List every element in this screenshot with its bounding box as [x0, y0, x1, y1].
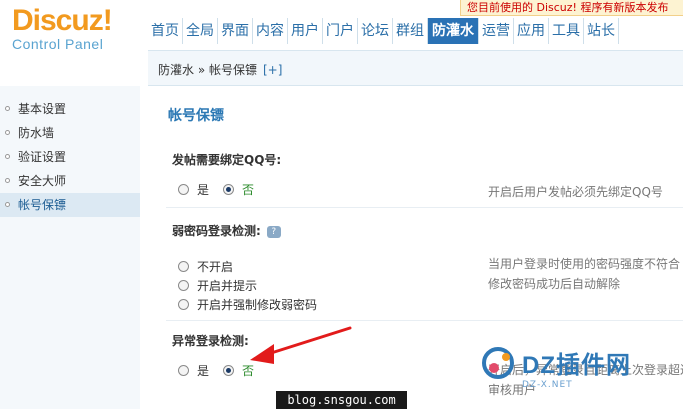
radio-icon[interactable]	[178, 261, 189, 272]
radio-icon[interactable]	[178, 280, 189, 291]
nav-tab-global[interactable]: 全局	[183, 18, 218, 44]
nav-tab-style[interactable]: 界面	[218, 18, 253, 44]
sidebar-item-waterwall[interactable]: 防水墙	[0, 121, 140, 145]
radio-label: 否	[242, 183, 255, 197]
nav-tab-tools[interactable]: 工具	[549, 18, 584, 44]
nav-tab-extended[interactable]: 运营	[479, 18, 514, 44]
setting-label-bind-qq: 发帖需要绑定QQ号:	[172, 153, 282, 167]
sidebar-item-basic[interactable]: 基本设置	[0, 97, 140, 121]
radio-icon[interactable]	[178, 365, 189, 376]
page-title: 帐号保镖	[168, 108, 224, 124]
radio-checked-icon[interactable]	[223, 365, 235, 376]
radio-label: 是	[197, 364, 210, 378]
radio-label: 不开启	[197, 260, 234, 274]
bullet-icon	[5, 154, 10, 159]
radio-weak-password-prompt[interactable]: 开启并提示	[178, 277, 257, 294]
dz-logo-icon	[482, 347, 514, 379]
dz-watermark-text: DZ插件网	[522, 352, 631, 379]
setting-label-abnormal-login: 异常登录检测:	[172, 334, 249, 348]
sidebar-item-label: 基本设置	[18, 102, 67, 116]
bullet-icon	[5, 202, 10, 207]
radio-label: 开启并强制修改弱密码	[197, 298, 318, 312]
sidebar-item-label: 帐号保镖	[18, 198, 67, 212]
radio-weak-password-off[interactable]: 不开启	[178, 258, 233, 275]
add-shortcut-link[interactable]: [+]	[263, 63, 282, 77]
logo-subtitle: Control Panel	[12, 36, 104, 52]
bullet-icon	[5, 130, 10, 135]
bullet-icon	[5, 178, 10, 183]
blog-watermark: blog.snsgou.com	[276, 391, 407, 409]
update-notice[interactable]: 您目前使用的 Discuz! 程序有新版本发布	[460, 0, 683, 16]
nav-tab-forum[interactable]: 论坛	[358, 18, 393, 44]
discuz-logo[interactable]: Discuz! Control Panel	[12, 4, 113, 53]
nav-tab-safe[interactable]: 防灌水	[428, 18, 479, 44]
nav-tab-user[interactable]: 用户	[288, 18, 323, 44]
radio-bind-qq-no[interactable]: 否	[223, 181, 254, 198]
breadcrumb-bar: 防灌水 » 帐号保镖 [+]	[148, 50, 683, 86]
divider	[166, 207, 683, 208]
annotation-arrow-icon	[250, 326, 352, 364]
breadcrumb: 防灌水 » 帐号保镖 [+]	[158, 61, 282, 78]
dz-watermark-url: DZ-X.NET	[522, 380, 573, 390]
help-icon[interactable]: ?	[266, 225, 281, 238]
radio-weak-password-force[interactable]: 开启并强制修改弱密码	[178, 296, 317, 313]
radio-abnormal-login-yes[interactable]: 是	[178, 362, 209, 379]
nav-tab-plugin[interactable]: 应用	[514, 18, 549, 44]
setting-desc-bind-qq: 开启后用户发帖必须先绑定QQ号	[488, 185, 663, 199]
setting-label-text: 弱密码登录检测:	[172, 224, 261, 238]
setting-label-weak-password: 弱密码登录检测:?	[172, 222, 281, 239]
sidebar-item-security-master[interactable]: 安全大师	[0, 169, 140, 193]
nav-tab-founder[interactable]: 站长	[584, 18, 619, 44]
radio-label: 开启并提示	[197, 279, 258, 293]
sidebar-item-label: 防水墙	[18, 126, 55, 140]
setting-desc-weak-password: 当用户登录时使用的密码强度不符合 修改密码成功后自动解除	[488, 254, 680, 294]
radio-icon[interactable]	[178, 184, 189, 195]
desc-line: 当用户登录时使用的密码强度不符合	[488, 257, 681, 271]
nav-tab-group[interactable]: 群组	[393, 18, 428, 44]
radio-group-bind-qq: 是 否	[178, 181, 268, 198]
header: Discuz! Control Panel 您目前使用的 Discuz! 程序有…	[0, 0, 683, 53]
radio-label: 是	[197, 183, 210, 197]
sidebar-item-label: 安全大师	[18, 174, 67, 188]
bullet-icon	[5, 106, 10, 111]
radio-checked-icon[interactable]	[223, 184, 235, 195]
top-nav: 首页 全局 界面 内容 用户 门户 论坛 群组 防灌水 运营 应用 工具 站长	[148, 18, 619, 44]
dz-watermark: DZ插件网 DZ-X.NET	[482, 345, 631, 390]
logo-brand: Discuz!	[12, 4, 113, 37]
sidebar-item-verify[interactable]: 验证设置	[0, 145, 140, 169]
nav-tab-content[interactable]: 内容	[253, 18, 288, 44]
nav-tab-portal[interactable]: 门户	[323, 18, 358, 44]
desc-line: 修改密码成功后自动解除	[488, 277, 621, 291]
sidebar: 基本设置 防水墙 验证设置 安全大师 帐号保镖	[0, 86, 140, 409]
sidebar-item-label: 验证设置	[18, 150, 67, 164]
breadcrumb-path: 防灌水 » 帐号保镖	[158, 63, 257, 77]
radio-icon[interactable]	[178, 299, 189, 310]
sidebar-item-account-guard[interactable]: 帐号保镖	[0, 193, 140, 217]
radio-bind-qq-yes[interactable]: 是	[178, 181, 209, 198]
nav-tab-home[interactable]: 首页	[148, 18, 183, 44]
